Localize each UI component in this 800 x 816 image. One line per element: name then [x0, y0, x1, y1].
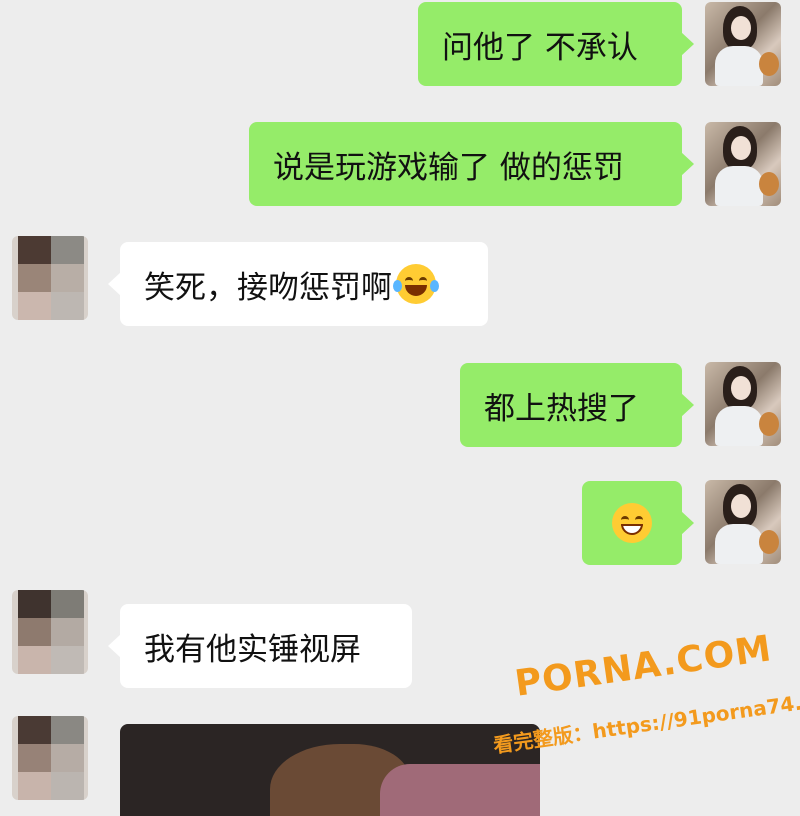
message-bubble-me[interactable]: 说是玩游戏输了 做的惩罚 — [249, 122, 694, 206]
video-thumbnail[interactable] — [120, 724, 540, 816]
message-bubble-me[interactable]: 都上热搜了 — [460, 363, 694, 447]
message-bubble-me[interactable] — [582, 481, 694, 565]
grinning-emoji — [612, 503, 652, 543]
watermark-logo: PORNA.COM — [512, 628, 775, 705]
message-text: 问他了 不承认 — [442, 29, 638, 66]
message-text: 都上热搜了 — [484, 390, 639, 427]
message-bubble-me[interactable]: 问他了 不承认 — [418, 2, 694, 86]
watermark: PORNA.COM 看完整版：https://91porna74.com — [470, 604, 800, 789]
contact-avatar[interactable] — [12, 236, 88, 320]
message-text: 我有他实锤视屏 — [144, 631, 361, 668]
my-avatar[interactable] — [705, 2, 781, 86]
contact-avatar[interactable] — [12, 716, 88, 800]
my-avatar[interactable] — [705, 122, 781, 206]
my-avatar[interactable] — [705, 362, 781, 446]
message-text: 笑死，接吻惩罚啊 — [144, 269, 392, 306]
contact-avatar[interactable] — [12, 590, 88, 674]
tears-of-joy-emoji — [393, 264, 439, 304]
message-text: 说是玩游戏输了 做的惩罚 — [273, 149, 624, 186]
message-bubble-them[interactable]: 笑死，接吻惩罚啊 — [108, 242, 488, 326]
my-avatar[interactable] — [705, 480, 781, 564]
message-bubble-them[interactable]: 我有他实锤视屏 — [108, 604, 412, 688]
